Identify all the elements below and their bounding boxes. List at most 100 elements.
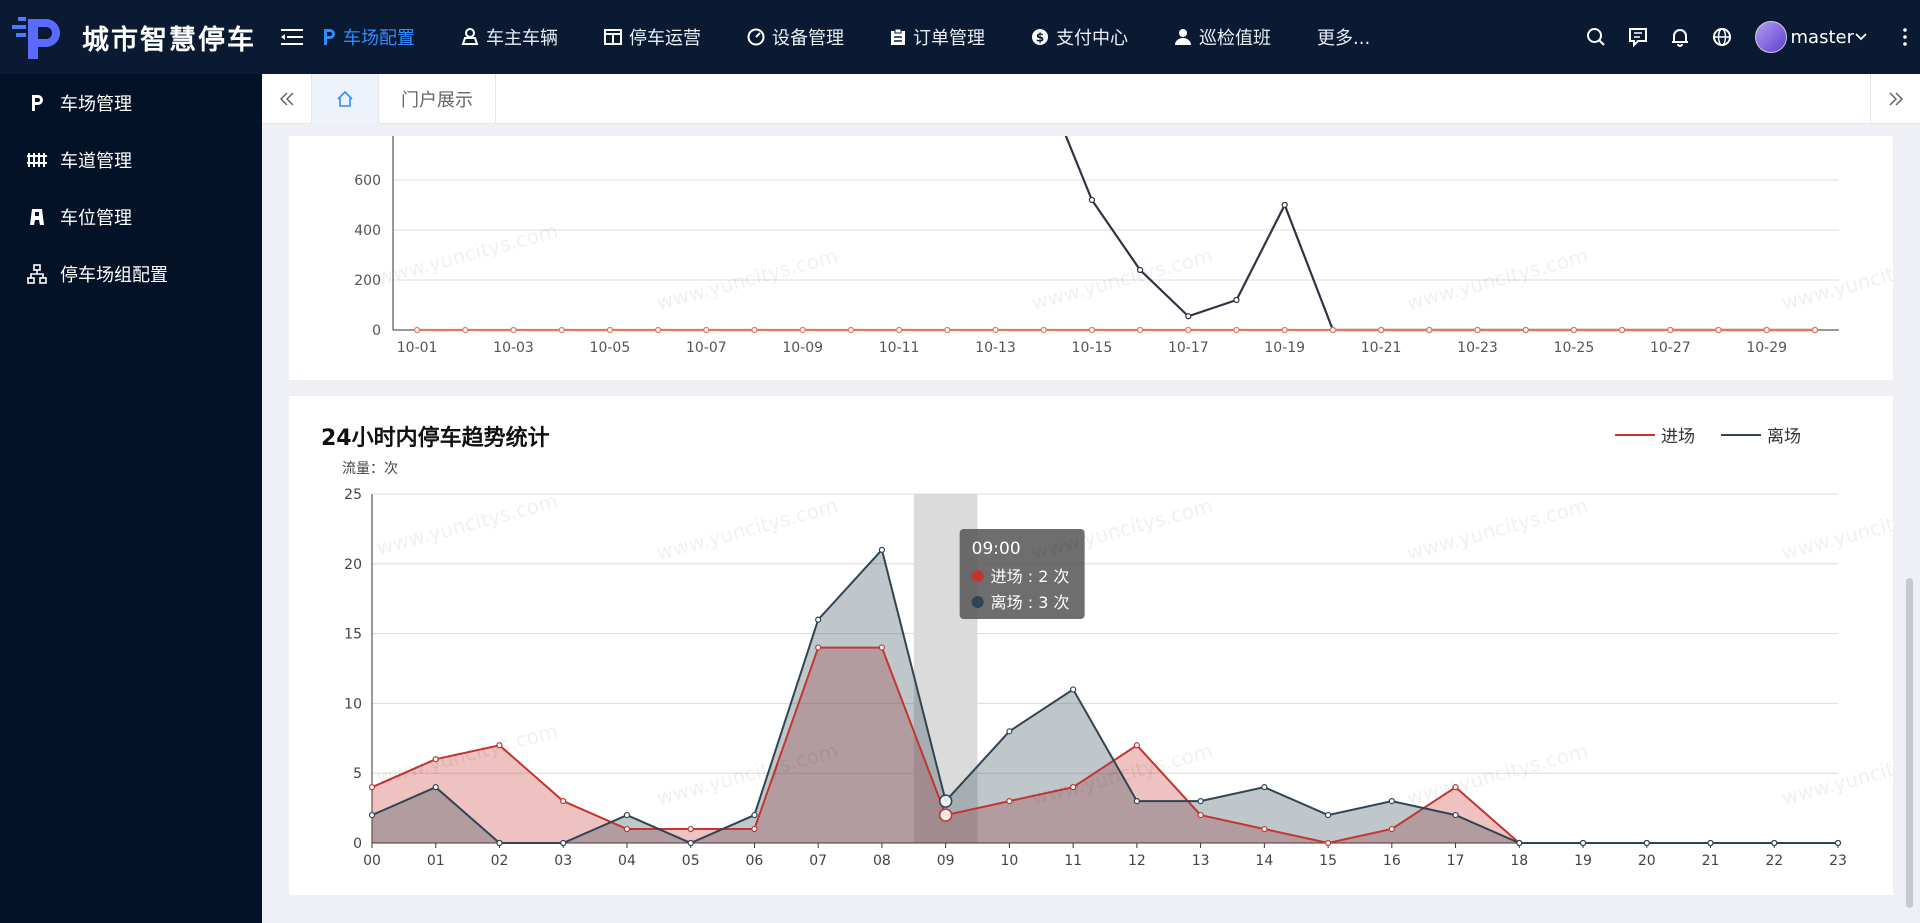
data-point [1618,326,1626,334]
data-point [368,784,376,791]
nav-label: 设备管理 [772,28,844,49]
x-tick-label: 06 [746,853,764,869]
notification-button[interactable] [1659,27,1701,47]
watermark-text: www.yuncitys.com [1779,244,1893,315]
sidebar-item-lane-mgmt[interactable]: 车道管理 [0,131,262,188]
x-tick-label: 10-09 [782,340,823,356]
data-point [799,326,806,334]
x-tick-label: 11 [1064,853,1082,869]
data-point [368,811,376,819]
tab-portal-display[interactable]: 门户展示 [379,74,496,124]
tooltip-time: 09:00 [972,539,1021,559]
sidebar-item-space-mgmt[interactable]: 车位管理 [0,188,262,245]
data-point [1040,326,1047,334]
x-tick-label: 08 [873,853,891,869]
data-point [1763,326,1770,334]
x-tick-label: 10-29 [1746,340,1787,356]
hamburger-icon [281,29,303,45]
data-point [496,839,503,847]
sidebar-item-lot-group-config[interactable]: 停车场组配置 [0,245,262,302]
org-chart-icon [26,263,48,285]
message-button[interactable] [1617,27,1659,47]
parking-p-icon [322,28,336,46]
nav-label: 支付中心 [1056,28,1128,49]
language-button[interactable] [1701,27,1743,47]
tooltip-in-text: 进场 : 2 次 [991,567,1070,586]
nav-item-patrol-duty[interactable]: 巡检值班 [1174,24,1271,50]
x-tick-label: 07 [809,853,827,869]
nav-item-payment-center[interactable]: $ 支付中心 [1031,24,1128,50]
data-point [687,839,694,847]
x-tick-label: 04 [618,853,636,869]
data-point [1261,825,1268,833]
more-options-button[interactable] [1890,27,1920,47]
nav-label: 巡检值班 [1199,28,1271,49]
data-point [1771,839,1778,847]
data-point [1185,313,1192,320]
x-tick-label: 09 [937,853,955,869]
x-tick-label: 10-13 [975,340,1016,356]
legend-item-in[interactable]: 进场 [1615,422,1695,447]
tab-scroll-left-button[interactable] [262,74,312,124]
menu-toggle-button[interactable] [262,0,322,74]
nav-item-car-owner[interactable]: 车主车辆 [461,24,558,50]
x-tick-label: 10-19 [1264,340,1305,356]
user-menu[interactable]: master [1754,21,1868,53]
nav-item-parking-ops[interactable]: 停车运营 [604,24,701,50]
data-point [1388,798,1395,805]
fence-icon [26,149,48,171]
x-tick-label: 10-05 [590,340,631,356]
x-tick-label: 13 [1192,853,1210,869]
x-tick-label: 10 [1000,853,1018,869]
vertical-dots-icon [1903,28,1907,46]
chart-title: 24小时内停车趋势统计 [321,426,550,451]
tooltip-marker-in [971,570,984,582]
avatar [1754,21,1787,53]
nav-item-order-mgmt[interactable]: 订单管理 [890,24,985,50]
data-point [1133,742,1140,749]
search-button[interactable] [1575,27,1617,47]
data-point [1070,686,1077,693]
tab-scroll-right-button[interactable] [1870,74,1920,124]
nav-item-more[interactable]: 更多... [1317,24,1370,50]
logo-icon [12,17,60,59]
legend-label-in: 进场 [1661,427,1695,447]
x-tick-label: 05 [682,853,700,869]
data-point [815,644,822,651]
sidebar-item-lot-mgmt[interactable]: 车场管理 [0,74,262,131]
x-tick-label: 10-21 [1361,340,1402,356]
gauge-icon [747,28,765,46]
sidebar-item-label: 车场管理 [60,93,132,115]
home-icon [337,90,353,107]
legend-item-out[interactable]: 离场 [1721,422,1801,447]
nav-item-device-mgmt[interactable]: 设备管理 [747,24,844,50]
chart-legend: 进场 离场 [1589,422,1801,447]
y-tick-label: 0 [372,323,381,339]
app-logo[interactable]: 城市智慧停车 [0,0,262,74]
legend-label-out: 离场 [1767,427,1801,447]
data-point [1452,811,1459,819]
data-point [1707,839,1714,847]
x-tick-label: 12 [1128,853,1146,869]
page-scrollbar[interactable] [1906,578,1913,908]
nav-item-parking-config[interactable]: 车场配置 [322,24,415,50]
x-tick-label: 10-17 [1168,340,1209,356]
tab-home[interactable] [312,74,379,124]
tooltip-marker-out [971,596,984,608]
data-point [1006,728,1013,735]
hourly-trend-chart[interactable]: 051015202500 01 02 03 04 05 06 07 08 09 10 11 12 13 14… [289,396,1920,895]
data-point [432,784,439,791]
x-tick-label: 16 [1383,853,1401,869]
data-point [1197,798,1204,805]
nav-label: 车场配置 [343,28,415,49]
watermark-text: www.yuncitys.com [1779,739,1893,810]
data-point [1516,839,1523,847]
message-icon [1628,28,1647,47]
x-tick-label: 19 [1574,853,1592,869]
data-point [560,798,567,805]
data-point [1281,326,1288,334]
y-tick-label: 10 [344,696,362,712]
car-owner-icon [461,28,479,46]
data-point [1474,326,1481,334]
y-tick-label: 5 [353,766,362,782]
